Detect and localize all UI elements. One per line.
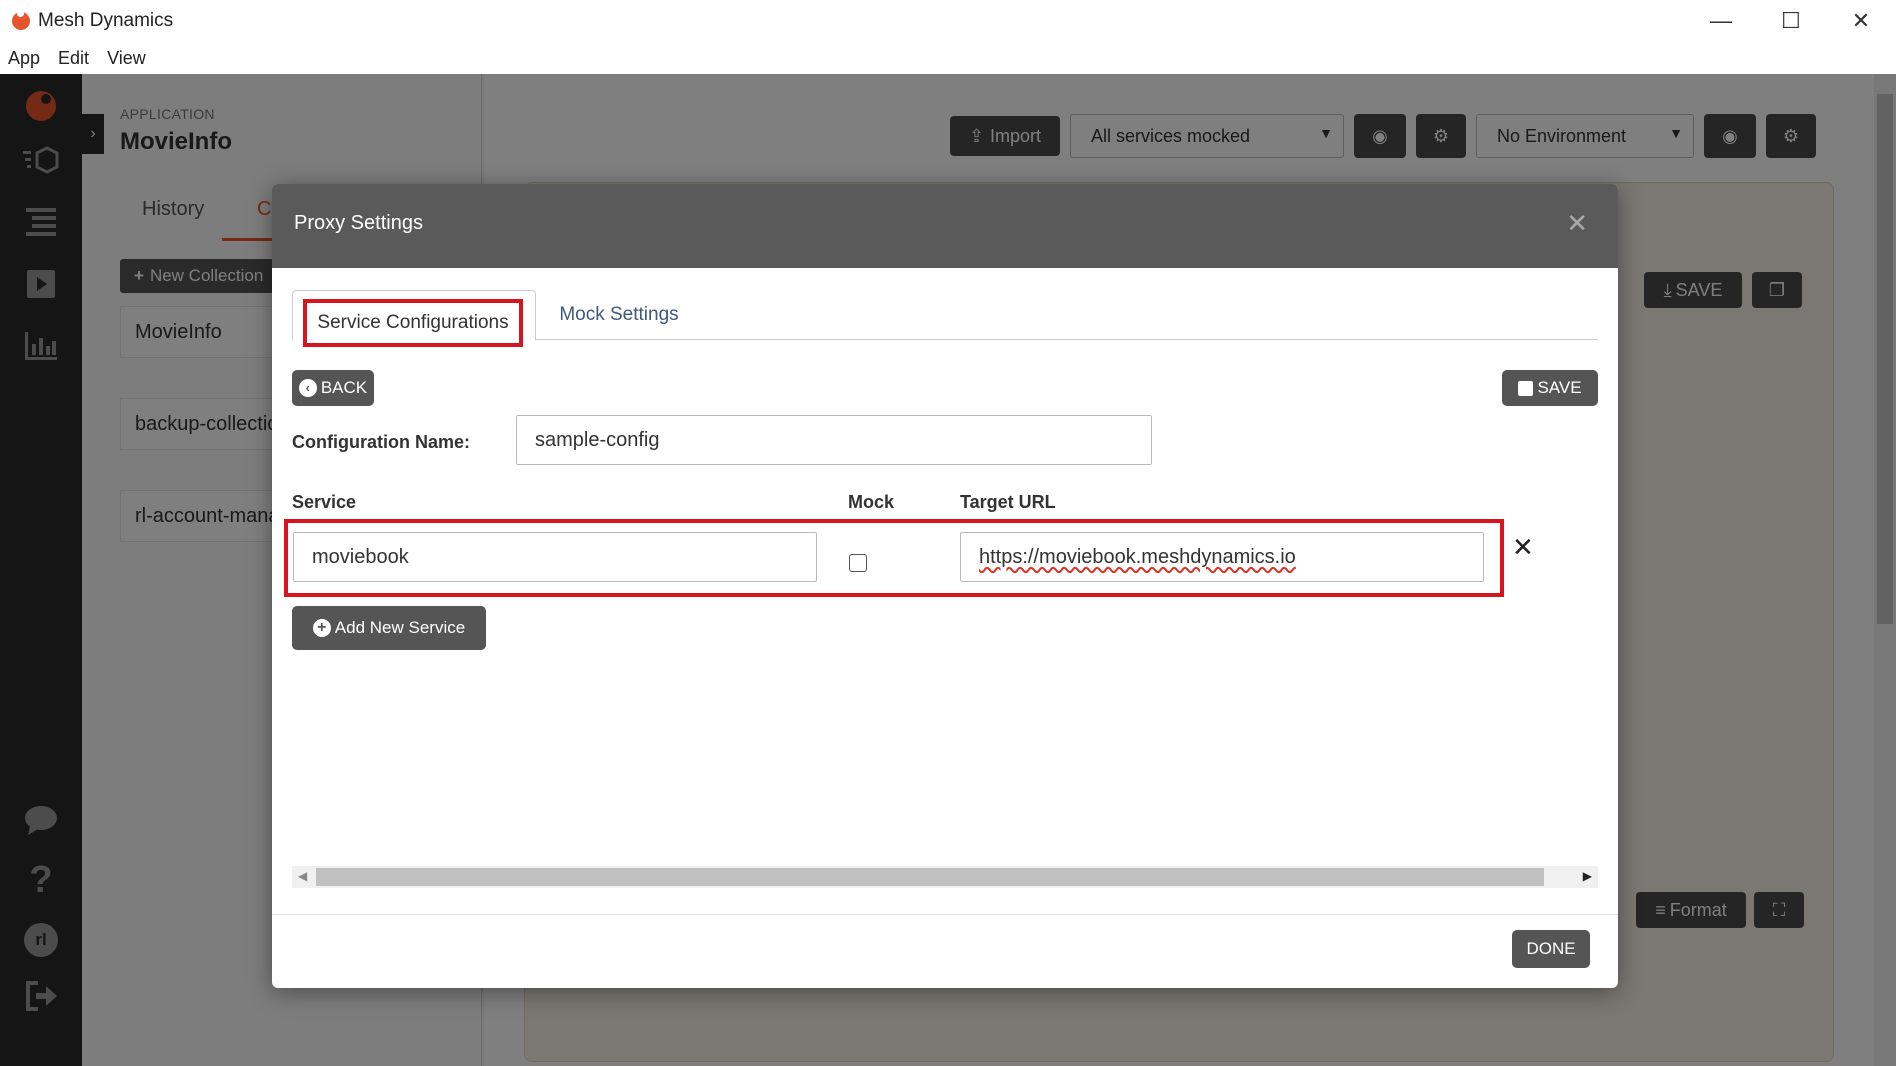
- service-name-input[interactable]: moviebook: [293, 532, 817, 582]
- service-name-value: moviebook: [312, 545, 409, 568]
- configuration-name-value: sample-config: [535, 428, 660, 451]
- column-header-target-url: Target URL: [960, 492, 1056, 512]
- tab-mock-settings[interactable]: Mock Settings: [544, 290, 694, 340]
- menubar: App Edit View: [0, 42, 1896, 74]
- modal-footer-divider: [272, 914, 1618, 915]
- modal-horizontal-scrollbar[interactable]: ◀ ▶: [292, 866, 1598, 888]
- window-title: Mesh Dynamics: [38, 10, 174, 31]
- back-button[interactable]: ‹ BACK: [292, 370, 374, 406]
- scroll-left-icon[interactable]: ◀: [298, 869, 307, 883]
- maximize-button[interactable]: ☐: [1756, 0, 1826, 42]
- target-url-value: https://moviebook.meshdynamics.io: [979, 545, 1296, 568]
- add-new-service-label: Add New Service: [334, 618, 466, 637]
- target-url-input[interactable]: https://moviebook.meshdynamics.io: [960, 532, 1484, 582]
- scrollbar-thumb[interactable]: [316, 868, 1544, 886]
- done-button[interactable]: DONE: [1512, 930, 1590, 968]
- back-label: BACK: [320, 378, 368, 397]
- mock-checkbox[interactable]: [849, 554, 867, 572]
- menu-edit[interactable]: Edit: [58, 48, 89, 69]
- proxy-settings-modal: Proxy Settings ✕ Service Configurations …: [272, 184, 1618, 988]
- column-header-mock: Mock: [848, 492, 895, 512]
- close-window-button[interactable]: ✕: [1826, 0, 1896, 42]
- plus-circle-icon: +: [312, 619, 331, 637]
- arrow-left-circle-icon: ‹: [298, 379, 317, 397]
- menu-app[interactable]: App: [8, 48, 40, 69]
- window-titlebar: Mesh Dynamics — ☐ ✕: [0, 0, 1896, 42]
- floppy-disk-icon: [1518, 380, 1534, 396]
- configuration-name-label: Configuration Name:: [292, 432, 470, 452]
- remove-row-close-icon[interactable]: ✕: [1512, 532, 1534, 563]
- add-new-service-button[interactable]: + Add New Service: [292, 606, 486, 650]
- modal-header: Proxy Settings ✕: [272, 184, 1618, 268]
- window-controls: — ☐ ✕: [1686, 0, 1896, 42]
- app-logo-icon: [12, 10, 30, 30]
- minimize-button[interactable]: —: [1686, 0, 1756, 42]
- save-button[interactable]: SAVE: [1502, 370, 1598, 406]
- tab-service-configurations-label: Service Configurations: [303, 299, 523, 347]
- save-label: SAVE: [1537, 378, 1582, 397]
- menu-view[interactable]: View: [107, 48, 146, 69]
- modal-tabs: Service Configurations Mock Settings: [292, 290, 1598, 347]
- tab-service-configurations[interactable]: Service Configurations: [292, 290, 536, 347]
- column-header-service: Service: [292, 492, 357, 512]
- close-icon[interactable]: ✕: [1566, 208, 1588, 239]
- configuration-name-input[interactable]: sample-config: [516, 415, 1152, 465]
- scroll-right-icon[interactable]: ▶: [1583, 869, 1592, 883]
- modal-title: Proxy Settings: [294, 212, 423, 234]
